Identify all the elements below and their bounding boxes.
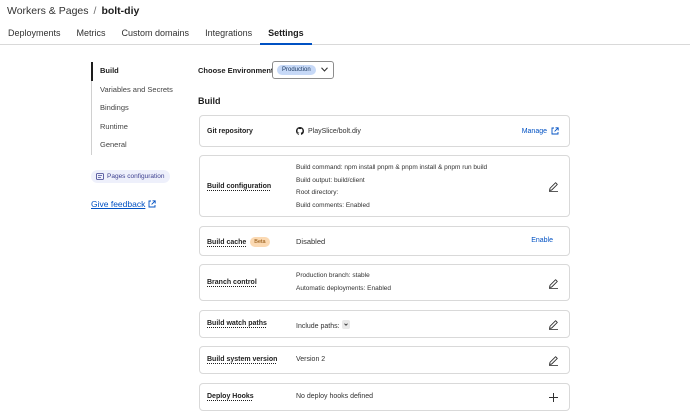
build-cache-label: Build cache [207,239,247,246]
include-paths-label: Include paths: [296,323,340,330]
external-link-icon [551,127,559,135]
build-configuration-card: Build configuration Build command: npm i… [199,155,570,217]
build-output: Build output: build/client [296,176,365,184]
breadcrumb: Workers & Pages / bolt-diy [7,5,139,17]
build-command: Build command: npm install pnpm & pnpm i… [296,164,488,171]
git-repository-value: PlaySlice/bolt.diy [308,127,361,135]
root-directory: Root directory: [296,189,339,197]
tab-custom-domains[interactable]: Custom domains [114,22,198,45]
give-feedback-label: Give feedback [91,199,146,209]
deploy-hooks-card: Deploy Hooks No deploy hooks defined [199,383,570,411]
breadcrumb-parent[interactable]: Workers & Pages [7,5,89,17]
build-cache-value: Disabled [296,237,326,246]
edit-pencil-icon[interactable] [548,355,559,366]
build-cache-card: Build cache Beta Disabled Enable [199,226,570,256]
enable-build-cache-link[interactable]: Enable [531,237,553,244]
git-repository-card: Git repository PlaySlice/bolt.diy Manage [199,115,570,147]
build-configuration-label: Build configuration [207,183,272,190]
manage-label: Manage [521,127,547,135]
section-title: Build [198,96,221,106]
sidenav-item-bindings[interactable]: Bindings [91,99,181,118]
branch-control-card: Branch control Production branch: stable… [199,264,570,301]
breadcrumb-separator: / [93,5,97,17]
edit-pencil-icon[interactable] [548,278,559,289]
build-configuration-details: Build command: npm install pnpm & pnpm i… [296,162,487,213]
sidenav-item-runtime[interactable]: Runtime [91,117,181,136]
branch-control-label: Branch control [207,279,257,286]
environment-select[interactable]: Production [272,61,334,79]
git-repository-value-wrap: PlaySlice/bolt.diy [296,127,361,135]
build-system-version-card: Build system version Version 2 [199,346,570,374]
config-file-icon [96,173,104,180]
branch-control-details: Production branch: stable Automatic depl… [296,270,391,295]
sidenav-item-build[interactable]: Build [91,62,181,81]
build-comments: Build comments: Enabled [296,202,370,210]
tab-bar: Deployments Metrics Custom domains Integ… [0,22,690,45]
environment-label: Choose Environment: [198,66,276,75]
tab-settings[interactable]: Settings [260,22,312,45]
external-link-icon [148,200,156,208]
pages-configuration-badge: Pages configuration [91,170,171,183]
sidenav-item-variables[interactable]: Variables and Secrets [91,80,181,99]
add-plus-icon[interactable] [548,392,559,403]
environment-value: Production [277,65,316,75]
production-branch: Production branch: stable [296,272,370,279]
pages-configuration-label: Pages configuration [107,173,165,180]
deploy-hooks-label: Deploy Hooks [207,393,254,400]
deploy-hooks-value: No deploy hooks defined [296,393,374,400]
chevron-down-icon [321,67,328,72]
tab-deployments[interactable]: Deployments [0,22,69,45]
tab-integrations[interactable]: Integrations [197,22,260,45]
manage-repository-link[interactable]: Manage [522,127,559,135]
github-icon [296,127,304,135]
edit-pencil-icon[interactable] [548,181,559,192]
build-system-version-value: Version 2 [296,356,326,363]
give-feedback-link[interactable]: Give feedback [91,199,156,209]
sidenav-item-general[interactable]: General [91,136,181,155]
chevron-down-icon [343,323,348,326]
beta-badge: Beta [250,237,270,247]
include-paths-wrap: Include paths: [296,320,350,330]
build-cache-label-wrap: Build cache Beta [207,237,270,247]
automatic-deployments: Automatic deployments: Enabled [296,284,392,292]
breadcrumb-current: bolt-diy [101,5,140,17]
build-watch-paths-label: Build watch paths [207,320,267,327]
tab-metrics[interactable]: Metrics [69,22,114,45]
build-system-version-label: Build system version [207,356,278,363]
include-paths-expand[interactable] [341,320,350,329]
git-repository-label: Git repository [207,128,253,135]
build-watch-paths-card: Build watch paths Include paths: [199,310,570,338]
settings-sidenav: Build Variables and Secrets Bindings Run… [91,62,181,155]
edit-pencil-icon[interactable] [548,319,559,330]
